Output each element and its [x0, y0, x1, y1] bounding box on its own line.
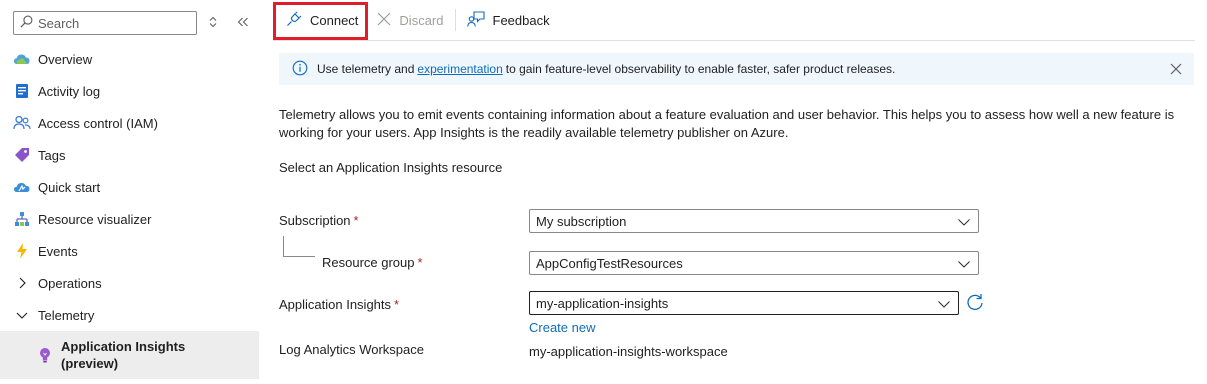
close-icon — [377, 12, 399, 29]
search-box[interactable] — [13, 11, 197, 35]
chevron-down-icon — [937, 297, 951, 311]
quick-start-cloud-icon — [13, 178, 31, 196]
sidebar-item-overview[interactable]: Overview — [0, 43, 259, 75]
sidebar-item-label: Events — [38, 243, 78, 259]
sidebar-item-label: Access control (IAM) — [38, 115, 158, 131]
plug-icon — [286, 11, 310, 30]
activity-log-icon — [13, 82, 31, 100]
info-text-after: to gain feature-level observability to e… — [505, 62, 896, 76]
sidebar-item-resource-visualizer[interactable]: Resource visualizer — [0, 203, 259, 235]
sidebar-item-operations[interactable]: Operations — [0, 267, 259, 299]
sidebar-item-label-line2: (preview) — [61, 356, 119, 371]
subscription-label: Subscription * — [279, 213, 359, 228]
sidebar-item-quick-start[interactable]: Quick start — [0, 171, 259, 203]
info-text-before: Use telemetry and — [317, 62, 415, 76]
sidebar-nav: Overview Activity log Access control (IA… — [0, 43, 259, 379]
refresh-icon[interactable] — [965, 292, 985, 312]
discard-button[interactable]: Discard — [368, 2, 452, 38]
app-insights-value: my-application-insights — [536, 295, 669, 311]
lightning-icon — [13, 242, 31, 260]
sidebar-item-label: Resource visualizer — [38, 211, 152, 227]
sidebar-item-access-control[interactable]: Access control (IAM) — [0, 107, 259, 139]
connect-button[interactable]: Connect — [273, 1, 369, 40]
sort-toggle-icon[interactable] — [205, 14, 221, 30]
hierarchy-icon — [13, 210, 31, 228]
chevron-down-icon — [13, 306, 31, 324]
feedback-icon — [466, 10, 493, 30]
sidebar-item-label-line1: Application Insights — [61, 339, 186, 354]
info-icon — [292, 60, 317, 79]
sidebar-item-telemetry[interactable]: Telemetry — [0, 299, 259, 331]
chevron-down-icon — [957, 257, 971, 271]
search-icon — [20, 15, 33, 31]
toolbar-divider — [454, 9, 456, 31]
search-input[interactable] — [38, 15, 188, 31]
subscription-dropdown[interactable]: My subscription — [529, 209, 979, 233]
feedback-button-label: Feedback — [492, 12, 550, 28]
discard-button-label: Discard — [399, 12, 444, 28]
tree-connector — [283, 236, 315, 257]
sidebar-item-label: Overview — [38, 51, 93, 67]
app-insights-label: Application Insights * — [279, 297, 399, 312]
telemetry-description: Telemetry allows you to emit events cont… — [279, 107, 1175, 140]
info-banner: Use telemetry and experimentation to gai… — [279, 53, 1194, 85]
create-new-link[interactable]: Create new — [529, 320, 595, 335]
close-icon[interactable] — [1169, 62, 1183, 76]
chevron-right-icon — [13, 274, 31, 292]
app-insights-label-text: Application Insights — [279, 297, 392, 312]
sidebar-item-events[interactable]: Events — [0, 235, 259, 267]
experimentation-link[interactable]: experimentation — [417, 62, 502, 76]
feedback-button[interactable]: Feedback — [458, 2, 559, 38]
subscription-value: My subscription — [536, 213, 627, 229]
sidebar-item-label: Application Insights (preview) — [61, 338, 185, 372]
resource-group-label: Resource group * — [322, 255, 423, 270]
connect-button-label: Connect — [310, 13, 359, 28]
sidebar-item-label: Operations — [38, 275, 102, 291]
required-marker: * — [394, 297, 400, 312]
overview-cloud-icon — [13, 50, 31, 68]
sidebar-item-label: Quick start — [38, 179, 101, 195]
sidebar-item-label: Telemetry — [38, 307, 95, 323]
sidebar-item-application-insights[interactable]: Application Insights (preview) — [0, 331, 259, 379]
people-icon — [13, 114, 31, 132]
chevron-down-icon — [957, 215, 971, 229]
required-marker: * — [417, 255, 423, 270]
lightbulb-icon — [36, 346, 54, 364]
app-insights-dropdown[interactable]: my-application-insights — [529, 291, 959, 315]
sidebar-item-activity-log[interactable]: Activity log — [0, 75, 259, 107]
sidebar: Overview Activity log Access control (IA… — [0, 0, 259, 384]
required-marker: * — [353, 213, 359, 228]
workspace-label: Log Analytics Workspace — [279, 342, 424, 357]
collapse-sidebar-icon[interactable] — [235, 14, 251, 30]
resource-group-value: AppConfigTestResources — [536, 255, 683, 271]
resource-group-dropdown[interactable]: AppConfigTestResources — [529, 251, 979, 275]
sidebar-item-label: Tags — [38, 147, 66, 163]
workspace-value: my-application-insights-workspace — [529, 344, 728, 359]
sidebar-item-label: Activity log — [38, 83, 101, 99]
tag-icon — [13, 146, 31, 164]
resource-group-label-text: Resource group — [322, 255, 415, 270]
subscription-label-text: Subscription — [279, 213, 351, 228]
command-bar: Connect Discard Feedback — [273, 0, 1195, 41]
sidebar-item-tags[interactable]: Tags — [0, 139, 259, 171]
section-heading: Select an Application Insights resource — [279, 160, 503, 175]
